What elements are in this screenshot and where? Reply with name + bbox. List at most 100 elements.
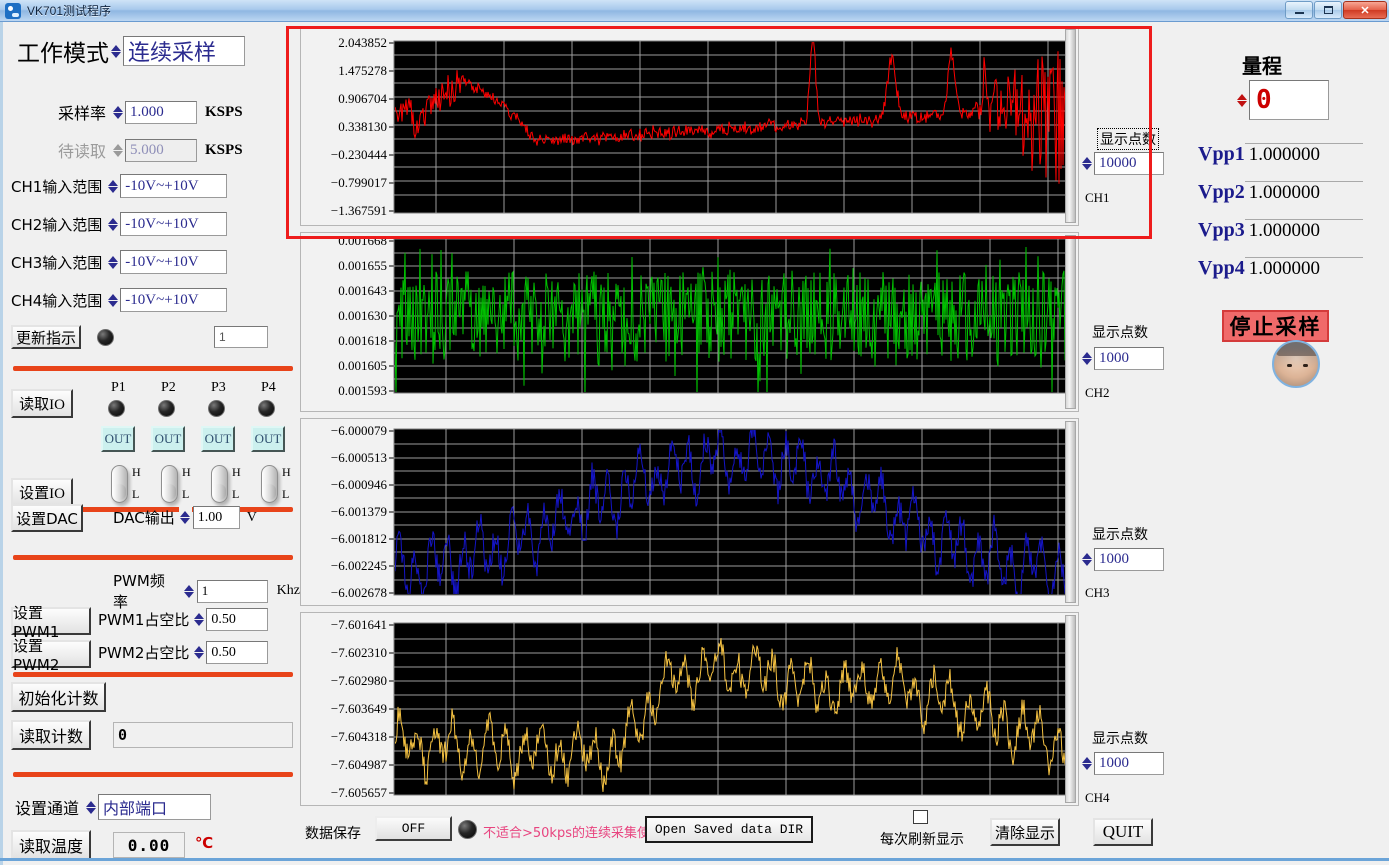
stop-sampling-button[interactable]: 停止采样 [1222, 310, 1329, 342]
ch3-range-value[interactable]: -10V~+10V [120, 250, 228, 274]
ch2-range-value[interactable]: -10V~+10V [120, 212, 228, 236]
dac-output-input[interactable]: 1.00 [192, 506, 240, 529]
divider-3 [13, 555, 293, 560]
ch1-range-spinner[interactable] [106, 175, 120, 197]
pwm-frequency-input[interactable]: 1 [196, 579, 268, 603]
ch2-points-input[interactable]: 1000 [1094, 347, 1164, 370]
sample-rate-input[interactable]: 1.000 [125, 100, 198, 124]
io-switch-p2[interactable] [161, 465, 178, 503]
pwm2-duty-spinner[interactable] [192, 641, 206, 664]
close-button[interactable]: ✕ [1343, 1, 1387, 19]
pwm1-duty-input[interactable]: 0.50 [206, 608, 269, 631]
work-mode-spinner[interactable] [109, 37, 122, 65]
dac-output-row: DAC输出 1.00 V [113, 506, 257, 529]
ch1-range-value[interactable]: -10V~+10V [120, 174, 228, 198]
io-switch-p3[interactable] [211, 465, 228, 503]
refresh-each-checkbox[interactable] [913, 810, 928, 824]
data-save-label: 数据保存 [305, 826, 361, 842]
ch4-points-input[interactable]: 1000 [1094, 752, 1164, 775]
ch3-range-row: CH3输入范围 -10V~+10V [11, 250, 228, 274]
port-led-p3 [208, 400, 225, 417]
pwm-frequency-label: PWM频率 [113, 572, 165, 611]
ch3-scrollbar[interactable] [1065, 421, 1076, 603]
ch3-range-spinner[interactable] [106, 251, 120, 273]
minimize-button[interactable] [1285, 1, 1313, 19]
quit-button[interactable]: QUIT [1093, 818, 1153, 846]
set-pwm1-button[interactable]: 设置PWM1 [11, 604, 91, 641]
switch-low-label-p1: L [132, 487, 140, 501]
ch3-points-row: 1000 [1080, 548, 1164, 571]
pwm-frequency-spinner[interactable] [182, 580, 196, 602]
ch4-range-spinner[interactable] [106, 289, 120, 311]
range-value[interactable]: 0 [1249, 80, 1329, 120]
port-label-p1: P1 [111, 380, 126, 395]
vpp4-label: Vpp4 [1198, 257, 1245, 279]
to-read-row: 待读取 5.000 KSPS [58, 138, 243, 162]
clear-display-button[interactable]: 清除显示 [990, 818, 1060, 846]
out-button-p3[interactable]: OUT [201, 426, 235, 452]
divider-4 [13, 672, 293, 677]
ch1-points-spinner[interactable] [1080, 152, 1093, 175]
ch3-points-spinner[interactable] [1080, 548, 1093, 571]
ch2-scrollbar[interactable] [1065, 235, 1076, 409]
sample-rate-spinner[interactable] [111, 101, 125, 123]
pwm2-duty-input[interactable]: 0.50 [206, 641, 269, 664]
ch1-points-label: 显示点数 [1097, 128, 1159, 150]
read-temperature-button[interactable]: 读取温度 [11, 830, 91, 860]
ch1-points-input[interactable]: 10000 [1094, 152, 1164, 175]
to-read-input: 5.000 [125, 138, 198, 162]
svg-text:0.338130: 0.338130 [338, 119, 387, 134]
ch2-range-spinner[interactable] [106, 213, 120, 235]
data-save-toggle[interactable]: OFF [375, 816, 452, 841]
refresh-each-label: 每次刷新显示 [880, 832, 964, 848]
set-channel-spinner[interactable] [84, 796, 98, 818]
set-dac-button[interactable]: 设置DAC [11, 504, 83, 532]
io-switch-p1[interactable] [111, 465, 128, 503]
dac-output-spinner[interactable] [178, 506, 192, 529]
svg-text:−6.000079: −6.000079 [331, 423, 387, 438]
maximize-button[interactable] [1314, 1, 1342, 19]
port-led-p2 [158, 400, 175, 417]
io-switch-p4[interactable] [261, 465, 278, 503]
window-title: VK701测试程序 [27, 4, 112, 18]
pwm-frequency-unit: Khz [276, 583, 300, 598]
ch4-range-row: CH4输入范围 -10V~+10V [11, 288, 228, 312]
set-channel-value[interactable]: 内部端口 [98, 794, 212, 820]
ch2-plot[interactable]: 0.001668 0.001655 0.001643 0.001630 0.0016… [301, 233, 1078, 411]
ch4-scrollbar[interactable] [1065, 615, 1076, 803]
svg-text:0.001593: 0.001593 [338, 383, 387, 398]
read-count-button[interactable]: 读取计数 [11, 720, 91, 750]
to-read-spinner[interactable] [111, 139, 125, 161]
sample-rate-row: 采样率 1.000 KSPS [58, 100, 243, 124]
init-count-button[interactable]: 初始化计数 [11, 682, 106, 712]
save-warning-text: 不适合>50kps的连续采集使用 [483, 826, 663, 841]
ch3-plot[interactable]: −6.000079 −6.000513 −6.000946 −6.001379 −6… [301, 419, 1078, 605]
open-saved-data-dir-button[interactable]: Open Saved data DIR [645, 816, 813, 843]
range-label: 量程 [1242, 54, 1282, 78]
ch2-points-spinner[interactable] [1080, 347, 1093, 370]
out-button-p2[interactable]: OUT [151, 426, 185, 452]
pwm-frequency-row: PWM频率 1 Khz [113, 570, 300, 612]
ch3-graph-container: −6.000079 −6.000513 −6.000946 −6.001379 −6… [300, 418, 1079, 606]
out-button-p4[interactable]: OUT [251, 426, 285, 452]
set-pwm2-button[interactable]: 设置PWM2 [11, 637, 91, 674]
ch1-plot[interactable]: 2.043852 1.475278 0.906704 0.338130 −0.230… [301, 27, 1078, 225]
ch1-scrollbar[interactable] [1065, 29, 1076, 223]
set-io-button[interactable]: 设置IO [11, 478, 73, 507]
ch4-plot[interactable]: −7.601641 −7.602310 −7.602980 −7.603649 −7… [301, 613, 1078, 805]
work-mode-value[interactable]: 连续采样 [123, 36, 245, 66]
ch3-range-label: CH3输入范围 [11, 253, 103, 272]
ch4-points-spinner[interactable] [1080, 752, 1093, 775]
update-indicator-row: 更新指示 1 [11, 325, 269, 349]
ch4-range-value[interactable]: -10V~+10V [120, 288, 228, 312]
ch2-name-label: CH2 [1085, 385, 1110, 400]
read-io-button[interactable]: 读取IO [11, 389, 73, 418]
ch3-points-input[interactable]: 1000 [1094, 548, 1164, 571]
update-indicator-label[interactable]: 更新指示 [11, 325, 82, 349]
out-button-p1[interactable]: OUT [101, 426, 135, 452]
vpp4-value: 1.000000 [1244, 257, 1363, 280]
pwm1-duty-spinner[interactable] [192, 608, 206, 631]
range-spinner[interactable] [1235, 80, 1248, 120]
switch-high-label-p3: H [232, 465, 241, 479]
svg-text:−7.604318: −7.604318 [331, 729, 387, 744]
